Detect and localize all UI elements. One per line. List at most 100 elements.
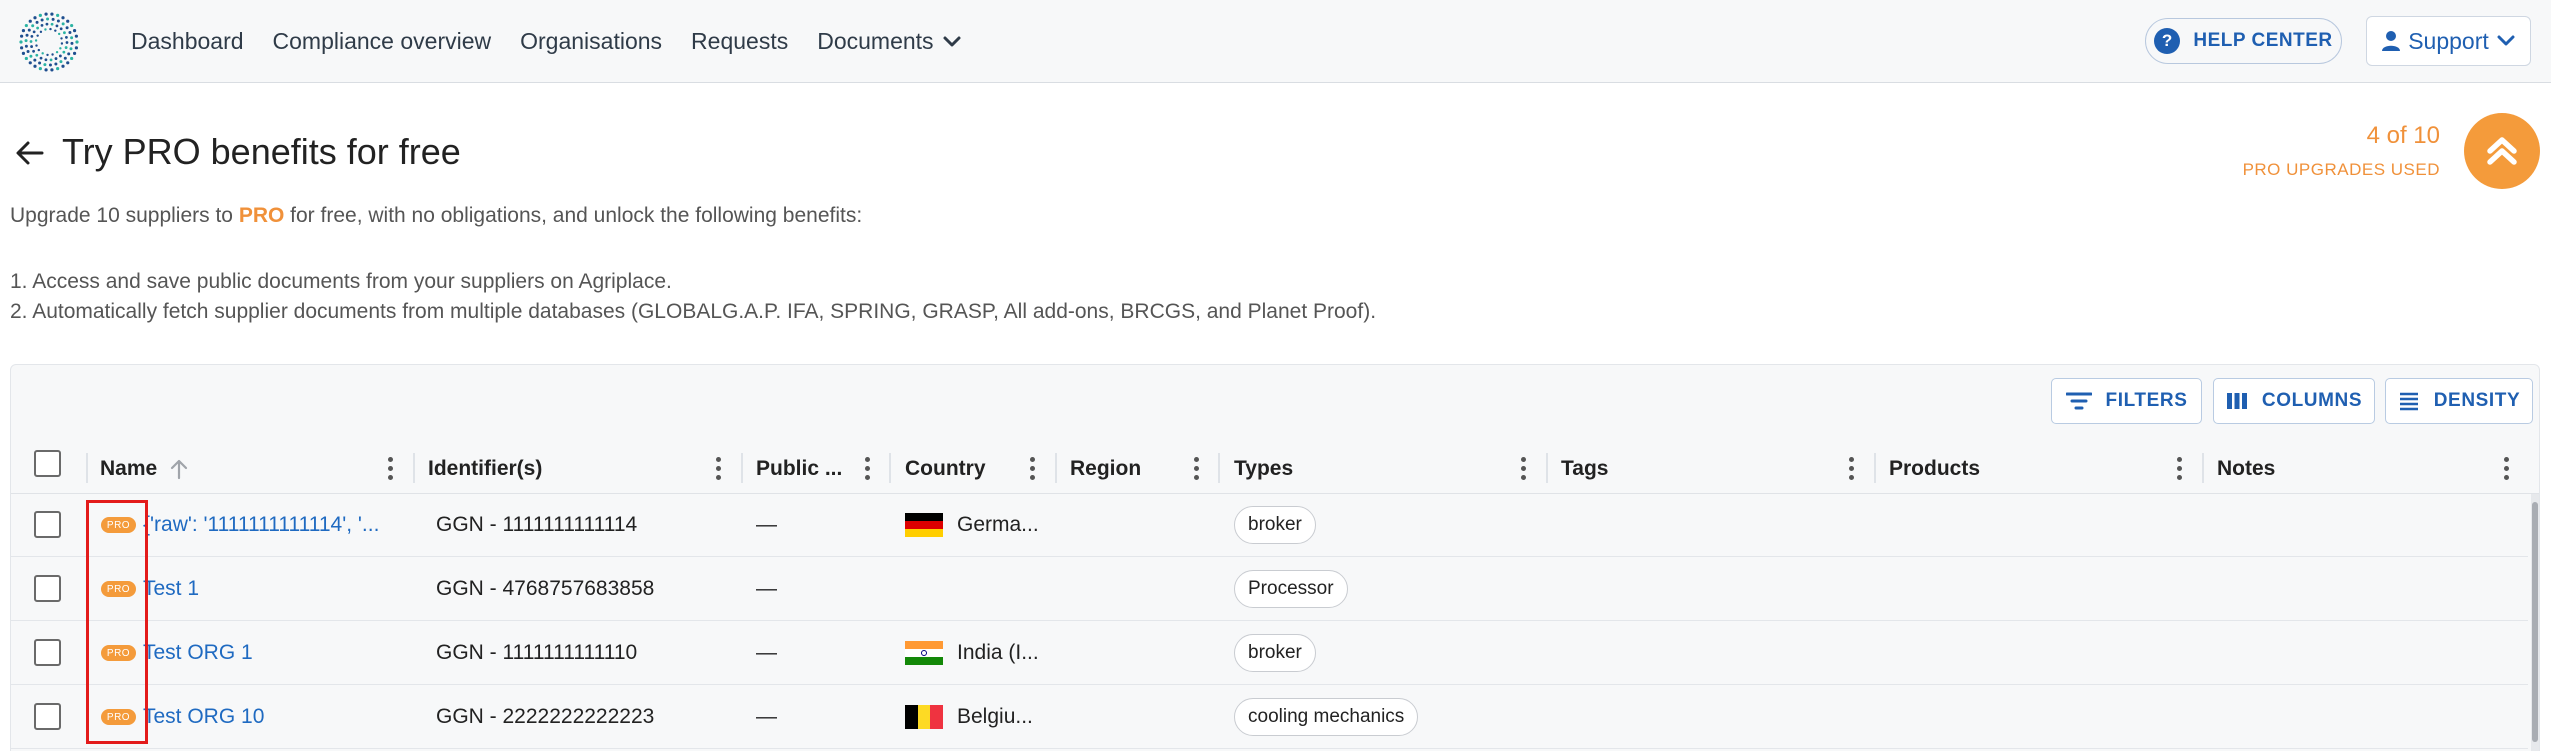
column-header-name-label: Name bbox=[100, 457, 158, 480]
type-chip: broker bbox=[1234, 634, 1316, 672]
row-select-checkbox[interactable] bbox=[34, 511, 61, 538]
column-menu-icon[interactable] bbox=[1842, 452, 1860, 484]
pro-upgrades-counter: 4 of 10 bbox=[2366, 122, 2440, 149]
sort-ascending-icon[interactable] bbox=[169, 458, 189, 480]
nav-organisations[interactable]: Organisations bbox=[520, 28, 662, 55]
country-value: Belgiu... bbox=[957, 705, 1033, 728]
column-separator bbox=[1055, 453, 1057, 483]
organisation-name-link[interactable]: {'raw': '1111111111114', '... bbox=[143, 513, 399, 537]
belgium-flag-icon bbox=[905, 705, 943, 729]
nav-dashboard-label: Dashboard bbox=[131, 28, 244, 54]
type-chip: broker bbox=[1234, 506, 1316, 544]
column-menu-icon[interactable] bbox=[858, 452, 876, 484]
nav-documents-label: Documents bbox=[817, 28, 934, 54]
column-menu-icon[interactable] bbox=[1023, 452, 1041, 484]
column-separator bbox=[889, 453, 891, 483]
help-center-label: HELP CENTER bbox=[2193, 30, 2333, 51]
column-separator bbox=[741, 453, 743, 483]
column-header-types[interactable]: Types bbox=[1234, 445, 1293, 493]
filter-icon bbox=[2065, 392, 2092, 410]
column-menu-icon[interactable] bbox=[2170, 452, 2188, 484]
density-label: DENSITY bbox=[2433, 390, 2521, 411]
germany-flag-icon bbox=[905, 513, 943, 537]
nav-documents-dropdown[interactable]: Documents bbox=[817, 28, 961, 55]
chevron-down-icon bbox=[943, 36, 961, 46]
support-dropdown-button[interactable]: Support bbox=[2366, 16, 2531, 66]
public-value: — bbox=[756, 513, 777, 536]
column-header-products[interactable]: Products bbox=[1889, 445, 1980, 493]
pro-upgrade-chevrons-icon[interactable] bbox=[2464, 113, 2540, 189]
organisation-name-link[interactable]: Test 1 bbox=[143, 577, 399, 601]
support-label: Support bbox=[2408, 27, 2489, 54]
pro-badge: PRO bbox=[101, 709, 136, 725]
type-chip: Processor bbox=[1234, 570, 1348, 608]
benefit-2: 2. Automatically fetch supplier document… bbox=[10, 300, 1377, 323]
density-icon bbox=[2399, 392, 2418, 411]
public-value: — bbox=[756, 577, 777, 600]
column-header-notes[interactable]: Notes bbox=[2217, 445, 2275, 493]
country-value: Germa... bbox=[957, 513, 1039, 536]
intro-text: Upgrade 10 suppliers to PRO for free, wi… bbox=[10, 204, 862, 228]
intro-text-end: for free, with no obligations, and unloc… bbox=[284, 204, 863, 227]
back-arrow-icon[interactable] bbox=[14, 137, 46, 169]
row-select-checkbox[interactable] bbox=[34, 703, 61, 730]
row-select-checkbox[interactable] bbox=[34, 575, 61, 602]
column-header-identifiers[interactable]: Identifier(s) bbox=[428, 445, 542, 493]
column-menu-icon[interactable] bbox=[381, 452, 399, 484]
type-chip: cooling mechanics bbox=[1234, 698, 1419, 736]
help-center-button[interactable]: ? HELP CENTER bbox=[2145, 18, 2342, 64]
filters-button[interactable]: FILTERS bbox=[2051, 378, 2202, 424]
column-separator bbox=[413, 453, 415, 483]
column-separator bbox=[1874, 453, 1876, 483]
column-menu-icon[interactable] bbox=[2497, 452, 2515, 484]
row-select-checkbox[interactable] bbox=[34, 639, 61, 666]
column-header-name[interactable]: Name bbox=[100, 445, 189, 493]
vertical-scrollbar[interactable] bbox=[2531, 494, 2539, 751]
benefit-1: 1. Access and save public documents from… bbox=[10, 270, 672, 293]
identifier-value: GGN - 2222222222223 bbox=[436, 705, 655, 728]
country-value: India (I... bbox=[957, 641, 1039, 664]
column-menu-icon[interactable] bbox=[1514, 452, 1532, 484]
pro-badge: PRO bbox=[101, 581, 136, 597]
column-header-region[interactable]: Region bbox=[1070, 445, 1141, 493]
agriplace-logo-icon[interactable] bbox=[18, 11, 80, 73]
identifier-value: GGN - 1111111111114 bbox=[436, 513, 638, 536]
column-separator bbox=[1546, 453, 1548, 483]
select-all-checkbox[interactable] bbox=[34, 450, 61, 477]
page-title: Try PRO benefits for free bbox=[62, 131, 461, 172]
column-separator bbox=[2202, 453, 2204, 483]
column-header-tags[interactable]: Tags bbox=[1561, 445, 1608, 493]
columns-label: COLUMNS bbox=[2261, 390, 2363, 411]
column-separator bbox=[86, 453, 88, 483]
column-separator bbox=[1218, 453, 1220, 483]
density-button[interactable]: DENSITY bbox=[2385, 378, 2533, 424]
main-nav: Dashboard Compliance overview Organisati… bbox=[131, 0, 991, 83]
public-value: — bbox=[756, 641, 777, 664]
column-header-public[interactable]: Public ... bbox=[756, 445, 842, 493]
nav-compliance-overview-label: Compliance overview bbox=[272, 28, 492, 54]
nav-requests[interactable]: Requests bbox=[691, 28, 788, 55]
india-flag-icon bbox=[905, 641, 943, 665]
columns-button[interactable]: COLUMNS bbox=[2213, 378, 2375, 424]
nav-dashboard[interactable]: Dashboard bbox=[131, 28, 244, 55]
columns-icon bbox=[2226, 393, 2247, 409]
column-menu-icon[interactable] bbox=[709, 452, 727, 484]
nav-organisations-label: Organisations bbox=[520, 28, 663, 54]
organisation-name-link[interactable]: Test ORG 1 bbox=[143, 641, 399, 665]
top-navigation-bar: Dashboard Compliance overview Organisati… bbox=[0, 0, 2551, 83]
question-icon: ? bbox=[2154, 28, 2181, 54]
intro-pro-highlight: PRO bbox=[238, 204, 285, 227]
pro-badge: PRO bbox=[101, 517, 136, 533]
public-value: — bbox=[756, 705, 777, 728]
column-menu-icon[interactable] bbox=[1187, 452, 1205, 484]
scrollbar-thumb[interactable] bbox=[2532, 502, 2538, 742]
organisation-name-link[interactable]: Test ORG 10 bbox=[143, 705, 399, 729]
filters-label: FILTERS bbox=[2105, 390, 2188, 411]
identifier-value: GGN - 1111111111110 bbox=[436, 641, 638, 664]
pro-upgrades-used-label: PRO UPGRADES USED bbox=[2242, 160, 2440, 179]
nav-requests-label: Requests bbox=[691, 28, 789, 54]
nav-compliance-overview[interactable]: Compliance overview bbox=[273, 28, 492, 55]
intro-text-start: Upgrade 10 suppliers to bbox=[10, 204, 239, 227]
column-header-country[interactable]: Country bbox=[905, 445, 986, 493]
pro-badge: PRO bbox=[101, 645, 136, 661]
